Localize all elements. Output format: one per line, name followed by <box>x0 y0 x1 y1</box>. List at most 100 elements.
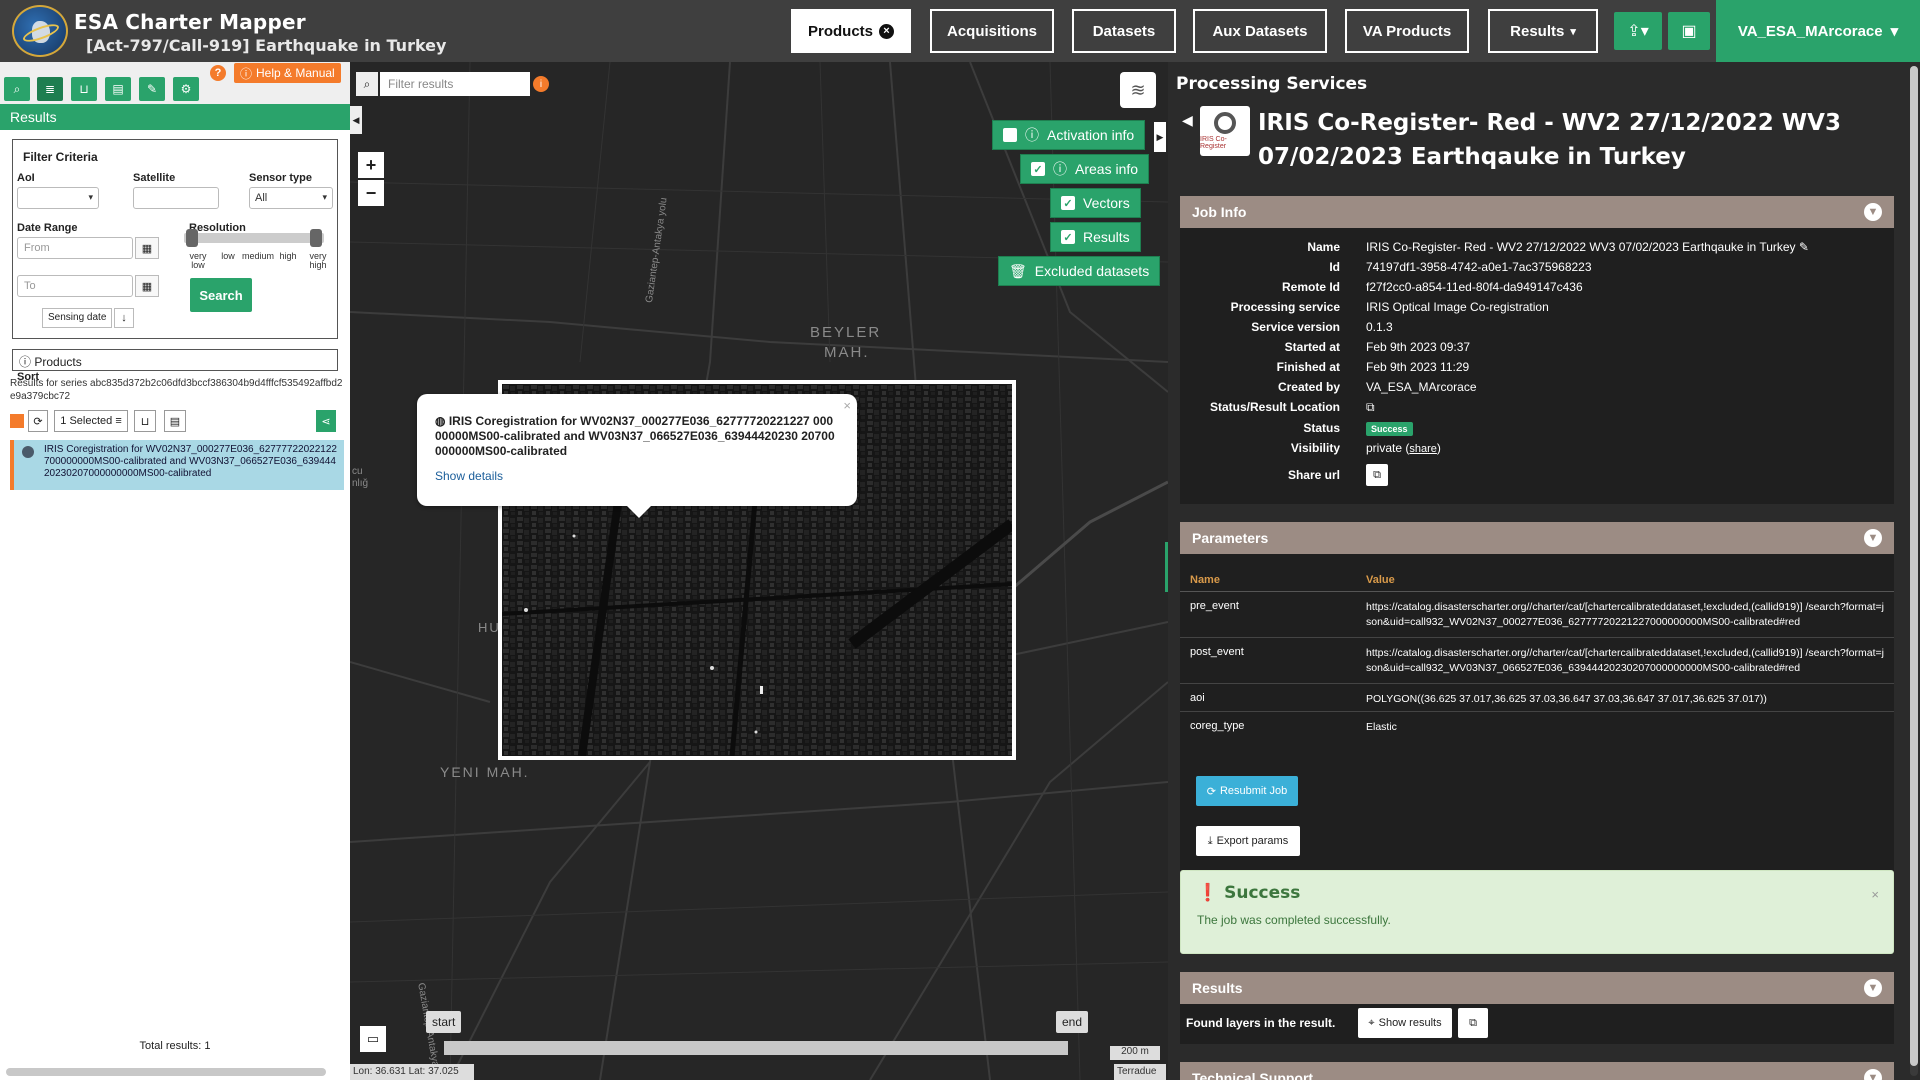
nav-aux-datasets[interactable]: Aux Datasets <box>1193 9 1327 53</box>
map-filter-input[interactable]: Filter results <box>380 72 530 96</box>
param-name: aoi <box>1190 692 1205 704</box>
aoi-label: AoI <box>17 172 35 184</box>
aoi-select[interactable]: ▾ <box>17 187 99 209</box>
search-tool-button[interactable]: ⌕ <box>4 77 30 101</box>
collapse-left-icon[interactable]: ◀ <box>350 106 362 134</box>
refresh-button[interactable]: ⟳ <box>28 410 48 432</box>
nav-datasets[interactable]: Datasets <box>1072 9 1176 53</box>
show-results-button[interactable]: ⌖ Show results <box>1358 1008 1452 1038</box>
toggle-vectors[interactable]: ✓ Vectors <box>1050 188 1141 218</box>
map-search-icon[interactable]: ⌕ <box>356 72 378 96</box>
nav-acquisitions[interactable]: Acquisitions <box>930 9 1054 53</box>
remote-id-value: f27f2cc0-a854-11ed-80f4-da949147c436 <box>1366 280 1583 294</box>
zoom-out-button[interactable]: − <box>358 180 384 206</box>
edit-tool-button[interactable]: ✎ <box>139 77 165 101</box>
copy-results-button[interactable]: ⧉ <box>1458 1008 1488 1038</box>
chevron-down-icon[interactable]: ▼ <box>1864 979 1882 997</box>
chevron-down-icon[interactable]: ▼ <box>1864 203 1882 221</box>
checkbox-unchecked-icon[interactable] <box>1003 128 1017 142</box>
parameters-header[interactable]: Parameters ▼ <box>1180 522 1894 554</box>
timeline-toggle-icon[interactable]: ▭ <box>360 1026 386 1052</box>
calendar-icon[interactable]: ▦ <box>135 237 159 259</box>
zoom-in-button[interactable]: + <box>358 152 384 178</box>
date-from-input[interactable]: From <box>17 237 133 259</box>
scrollbar-thumb[interactable] <box>1910 66 1918 1066</box>
toggle-activation-info[interactable]: ⓘ Activation info <box>992 120 1146 150</box>
map-view[interactable]: ◀ ⌕ Filter results i + − ≋ ⓘ Activation … <box>350 62 1168 1080</box>
settings-tool-button[interactable]: ⚙ <box>173 77 199 101</box>
satellite-input[interactable] <box>133 187 219 209</box>
calendar-icon[interactable]: ▦ <box>135 275 159 297</box>
job-id-key: Id <box>1329 260 1340 274</box>
service-icon-text: IRIS Co-Register <box>1200 136 1227 150</box>
checkbox-checked-icon[interactable]: ✓ <box>1061 230 1075 244</box>
external-link-icon[interactable]: ⧉ <box>1366 400 1886 414</box>
close-icon[interactable]: × <box>1871 887 1879 902</box>
left-scrollbar[interactable] <box>6 1068 326 1076</box>
technical-support-header[interactable]: Technical Support ▼ <box>1180 1062 1894 1080</box>
checkbox-checked-icon[interactable]: ✓ <box>1061 196 1075 210</box>
result-list-item[interactable]: IRIS Coregistration for WV02N37_000277E0… <box>10 440 344 490</box>
right-scrollbar[interactable] <box>1910 66 1918 1076</box>
question-icon[interactable]: ? <box>210 65 226 81</box>
nav-va-products[interactable]: VA Products <box>1345 9 1469 53</box>
resolution-level-very-high: very high <box>309 251 327 270</box>
selected-count-button[interactable]: 1 Selected ≡ <box>54 410 128 432</box>
export-params-button[interactable]: ⤓ Export params <box>1196 826 1300 856</box>
chevron-down-icon[interactable]: ▼ <box>1864 1069 1882 1080</box>
globe-icon: ◍ <box>435 414 446 428</box>
date-to-input[interactable]: To <box>17 275 133 297</box>
add-to-archive-button[interactable]: ▤ <box>164 410 186 432</box>
total-results: Total results: 1 <box>139 1040 211 1052</box>
job-info-body: Name IRIS Co-Register- Red - WV2 27/12/2… <box>1180 228 1894 504</box>
upload-button[interactable]: ⇪▾ <box>1614 12 1662 50</box>
chevron-down-icon[interactable]: ▼ <box>1864 529 1882 547</box>
sort-direction-icon[interactable]: ↓ <box>114 308 134 328</box>
layers-icon[interactable]: ≋ <box>1120 72 1156 108</box>
share-url-key: Share url <box>1287 468 1340 482</box>
nav-products[interactable]: Products × <box>791 9 911 53</box>
checkbox-checked-icon[interactable]: ✓ <box>1031 162 1045 176</box>
results-header: Results <box>0 104 350 130</box>
nav-results[interactable]: Results ▾ <box>1488 9 1598 53</box>
search-button[interactable]: Search <box>190 278 252 312</box>
list-tool-button[interactable]: ≣ <box>37 77 63 101</box>
copy-share-url-button[interactable]: ⧉ <box>1366 464 1388 486</box>
results-section-header[interactable]: Results ▼ <box>1180 972 1894 1004</box>
gear-icon: ⚙ <box>180 82 192 96</box>
pencil-icon[interactable]: ✎ <box>1799 240 1809 254</box>
toggle-results[interactable]: ✓ Results <box>1050 222 1141 252</box>
copy-icon: ⧉ <box>1373 468 1381 481</box>
user-menu[interactable]: VA_ESA_MArcorace ▾ <box>1716 0 1920 62</box>
share-icon: ⋖ <box>321 415 331 428</box>
resolution-min-handle[interactable] <box>186 229 198 247</box>
app-title: ESA Charter Mapper <box>74 10 306 34</box>
close-circle-icon[interactable]: × <box>879 23 894 39</box>
back-arrow-icon[interactable]: ◀ <box>1182 112 1193 129</box>
timeline-slider[interactable] <box>444 1041 1068 1055</box>
archive-tool-button[interactable]: ▤ <box>105 77 131 101</box>
success-title-text: Success <box>1224 883 1301 903</box>
help-manual-button[interactable]: ⓘ Help & Manual <box>234 63 341 83</box>
briefcase-button[interactable]: ▣ <box>1668 12 1710 50</box>
sort-select[interactable]: Sensing date <box>42 308 113 328</box>
resolution-max-handle[interactable] <box>310 229 322 247</box>
toggle-vectors-label: Vectors <box>1083 195 1130 211</box>
sensor-type-select[interactable]: All ▾ <box>249 187 333 209</box>
share-link[interactable]: share <box>1409 443 1437 455</box>
basket-tool-button[interactable]: ⊔ <box>71 77 97 101</box>
job-info-header[interactable]: Job Info ▼ <box>1180 196 1894 228</box>
status-location-key: Status/Result Location <box>1209 400 1340 414</box>
esa-charter-logo[interactable] <box>12 5 68 57</box>
close-icon[interactable]: × <box>843 398 851 413</box>
show-details-link[interactable]: Show details <box>435 469 839 483</box>
resubmit-job-button[interactable]: ⟳ Resubmit Job <box>1196 776 1298 806</box>
info-icon[interactable]: i <box>533 76 549 92</box>
share-button[interactable]: ⋖ <box>316 410 336 432</box>
add-to-basket-button[interactable]: ⊔ <box>134 410 156 432</box>
resolution-slider[interactable] <box>184 229 324 247</box>
expand-right-icon[interactable]: ▶ <box>1154 122 1166 152</box>
toggle-areas-info[interactable]: ✓ ⓘ Areas info <box>1020 154 1150 184</box>
toggle-excluded-datasets[interactable]: 🗑 Excluded datasets <box>998 256 1161 286</box>
select-all-checkbox[interactable] <box>10 414 24 428</box>
